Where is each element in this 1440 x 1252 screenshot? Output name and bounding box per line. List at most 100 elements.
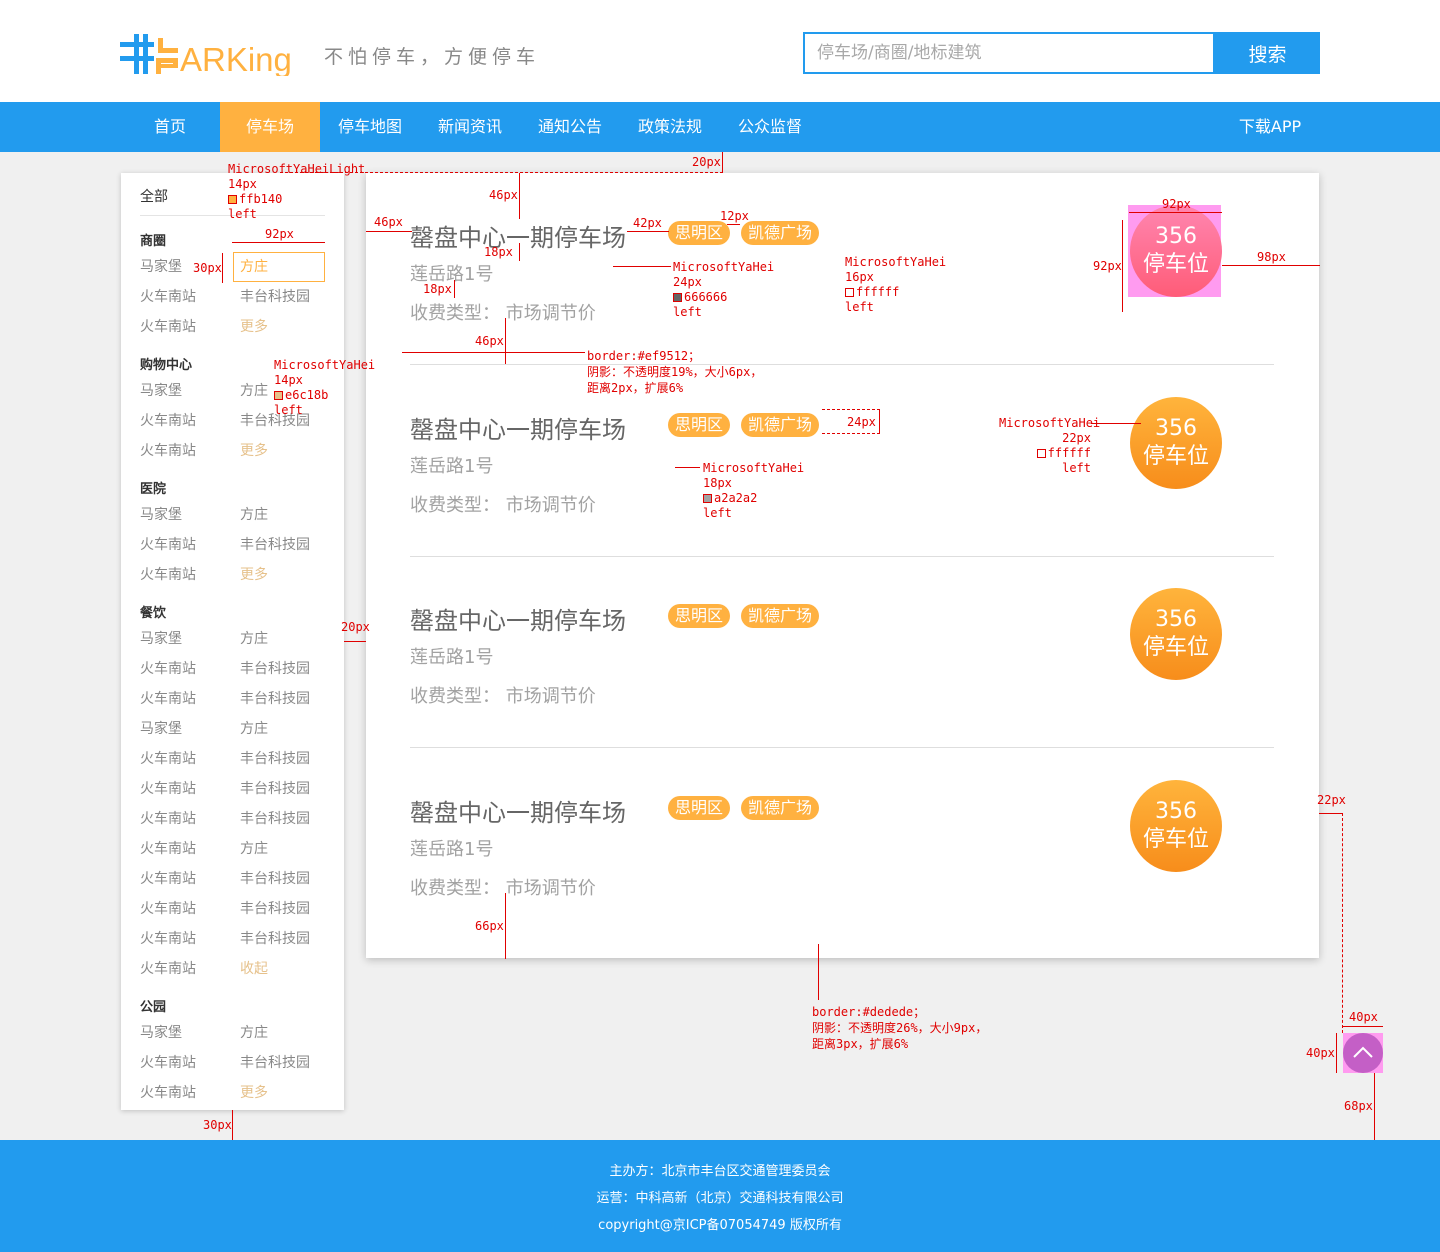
sidebar-item[interactable]: 丰台科技园 [240,534,310,554]
sidebar-item[interactable]: 方庄 [233,252,325,282]
tag-district[interactable]: 思明区 [668,413,731,437]
dim-label: 46px [374,215,403,229]
nav-item-map[interactable]: 停车地图 [320,102,420,152]
sidebar-item[interactable]: 丰台科技园 [240,688,310,708]
back-to-top-button[interactable] [1343,1033,1383,1073]
sidebar-item[interactable]: 方庄 [240,504,268,524]
parking-card[interactable]: 罄盘中心一期停车场 思明区 凯德广场 莲岳路1号 收费类型： 市场调节价 356 停车位 [410,205,1274,328]
sidebar-more-link[interactable]: 更多 [240,316,268,336]
sidebar-item[interactable]: 丰台科技园 [240,928,310,948]
sidebar-item[interactable]: 丰台科技园 [240,808,310,828]
dim-line [366,231,412,232]
tag-area[interactable]: 凯德广场 [741,221,820,245]
dim-label: 68px [1344,1099,1373,1113]
header: ARKing 不怕停车，方便停车 搜索 [0,0,1440,102]
nav-item-policy[interactable]: 政策法规 [620,102,720,152]
sidebar-category-title: 商圈 [140,234,167,249]
sidebar-item[interactable]: 马家堡 [140,504,182,524]
sidebar-item[interactable]: 方庄 [240,718,268,738]
footer: 主办方：北京市丰台区交通管理委员会 运营：中科高新（北京）交通科技有限公司 co… [0,1140,1440,1252]
sidebar-item[interactable]: 火车南站 [140,868,196,888]
sidebar-item[interactable]: 火车南站 [140,1082,196,1102]
sidebar-item[interactable]: 火车南站 [140,658,196,678]
sidebar-more-link[interactable]: 更多 [240,440,268,460]
nav-item-home[interactable]: 首页 [120,102,220,152]
sidebar-category-title: 医院 [140,482,167,497]
fee-type-label: 收费类型： [410,686,500,707]
parking-card[interactable]: 罄盘中心一期停车场 思明区 凯德广场 莲岳路1号 收费类型： 市场调节价 356 停车位 [410,397,1274,520]
parking-address: 莲岳路1号 [410,647,494,668]
parking-name[interactable]: 罄盘中心一期停车场 [410,410,626,445]
nav-item-news[interactable]: 新闻资讯 [420,102,520,152]
sidebar-item[interactable]: 方庄 [240,380,268,400]
nav-download-app[interactable]: 下载APP [1220,102,1320,152]
annotation-sidebar-font: MicrosoftYaHeiLight 14px ffb140 left [228,162,366,221]
sidebar-item[interactable]: 火车南站 [140,928,196,948]
dim-line [1222,265,1320,266]
sidebar-item[interactable]: 丰台科技园 [240,748,310,768]
sidebar-item[interactable]: 马家堡 [140,628,182,648]
spaces-count: 356 [1155,799,1197,824]
sidebar-item[interactable]: 火车南站 [140,958,196,978]
nav-item-supervision[interactable]: 公众监督 [720,102,820,152]
sidebar-item[interactable]: 火车南站 [140,286,196,306]
sidebar-item[interactable]: 火车南站 [140,778,196,798]
sidebar-item[interactable]: 方庄 [240,1022,268,1042]
sidebar-item[interactable]: 火车南站 [140,410,196,430]
sidebar-item[interactable]: 马家堡 [140,718,182,738]
sidebar-item[interactable]: 丰台科技园 [240,898,310,918]
sidebar-item[interactable]: 火车南站 [140,898,196,918]
sidebar-item[interactable]: 马家堡 [140,380,182,400]
sidebar-item[interactable]: 丰台科技园 [240,286,310,306]
dim-line [1342,813,1343,1033]
search-input[interactable] [805,34,1213,72]
sidebar-item[interactable]: 火车南站 [140,316,196,336]
sidebar-item[interactable]: 马家堡 [140,1022,182,1042]
parking-card[interactable]: 罄盘中心一期停车场 思明区 凯德广场 莲岳路1号 收费类型： 市场调节价 356 停车位 [410,588,1274,711]
sidebar-all[interactable]: 全部 [140,186,168,206]
parking-name[interactable]: 罄盘中心一期停车场 [410,793,626,828]
dim-label: 46px [489,188,518,202]
parking-name[interactable]: 罄盘中心一期停车场 [410,601,626,636]
sidebar-more-link[interactable]: 更多 [240,564,268,584]
sidebar-item[interactable]: 火车南站 [140,748,196,768]
dim-label: 30px [203,1118,232,1132]
sidebar-more-link[interactable]: 更多 [240,1082,268,1102]
sidebar-item[interactable]: 丰台科技园 [240,1052,310,1072]
sidebar-item[interactable]: 丰台科技园 [240,778,310,798]
dim-line [1129,212,1222,213]
sidebar-item[interactable]: 火车南站 [140,838,196,858]
nav-item-parking[interactable]: 停车场 [220,102,320,152]
parking-card[interactable]: 罄盘中心一期停车场 思明区 凯德广场 莲岳路1号 收费类型： 市场调节价 356 停车位 [410,780,1274,903]
tag-area[interactable]: 凯德广场 [741,796,820,820]
sidebar-item[interactable]: 火车南站 [140,688,196,708]
sidebar-item[interactable]: 火车南站 [140,534,196,554]
sidebar-item[interactable]: 马家堡 [140,256,182,276]
sidebar-item[interactable]: 火车南站 [140,808,196,828]
nav-item-notice[interactable]: 通知公告 [520,102,620,152]
spaces-count: 356 [1155,416,1197,441]
spaces-unit: 停车位 [1142,827,1209,852]
chevron-up-icon [1353,1046,1373,1058]
sidebar-item[interactable]: 火车南站 [140,440,196,460]
sidebar-item[interactable]: 方庄 [240,838,268,858]
tag-area[interactable]: 凯德广场 [741,604,820,628]
logo[interactable]: ARKing [120,34,300,76]
parking-name[interactable]: 罄盘中心一期停车场 [410,218,626,253]
sidebar-item[interactable]: 火车南站 [140,564,196,584]
dim-line [879,409,880,433]
sidebar-item[interactable]: 丰台科技园 [240,658,310,678]
tag-district[interactable]: 思明区 [668,796,731,820]
dim-label: 98px [1257,250,1286,264]
tag-district[interactable]: 思明区 [668,221,731,245]
search-button[interactable]: 搜索 [1215,32,1320,74]
dim-label: 18px [423,282,452,296]
tag-district[interactable]: 思明区 [668,604,731,628]
sidebar-item[interactable]: 方庄 [240,628,268,648]
dim-label: 18px [484,245,513,259]
sidebar-more-link[interactable]: 收起 [240,958,268,978]
sidebar-item[interactable]: 火车南站 [140,1052,196,1072]
sidebar-item[interactable]: 丰台科技园 [240,868,310,888]
dim-line [1336,1033,1337,1073]
tag-area[interactable]: 凯德广场 [741,413,820,437]
